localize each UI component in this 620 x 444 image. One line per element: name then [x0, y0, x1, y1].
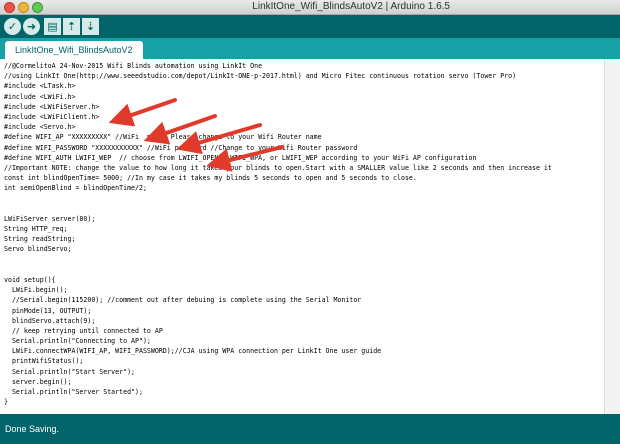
- arrow-down-icon: ⇣: [85, 20, 96, 33]
- new-file-icon: ▤: [47, 20, 58, 33]
- code-line[interactable]: #define WIFI_AUTH LWIFI_WEP // choose fr…: [4, 153, 604, 163]
- code-line[interactable]: #include <LWiFi.h>: [4, 92, 604, 102]
- code-line[interactable]: #include <Servo.h>: [4, 122, 604, 132]
- arrow-up-icon: ⇡: [66, 20, 77, 33]
- code-line[interactable]: Serial.println("Connecting to AP");: [4, 336, 604, 346]
- code-line[interactable]: //using LinkIt One(http://www.seeedstudi…: [4, 71, 604, 81]
- open-button[interactable]: ⇡: [63, 18, 80, 35]
- code-line[interactable]: LWiFi.begin();: [4, 285, 604, 295]
- new-button[interactable]: ▤: [44, 18, 61, 35]
- code-line[interactable]: Servo blindServo;: [4, 244, 604, 254]
- code-line[interactable]: server.begin();: [4, 377, 604, 387]
- code-line[interactable]: blindServo.attach(9);: [4, 316, 604, 326]
- code-line[interactable]: pinMode(13, OUTPUT);: [4, 306, 604, 316]
- code-editor[interactable]: //@CormelitoA 24-Nov-2015 Wifi Blinds au…: [0, 59, 604, 414]
- code-line[interactable]: printWifiStatus();: [4, 356, 604, 366]
- code-line[interactable]: LWiFiServer server(80);: [4, 214, 604, 224]
- tab-bar: LinkItOne_Wifi_BlindsAutoV2: [0, 38, 620, 59]
- vertical-scrollbar[interactable]: [604, 59, 620, 414]
- status-message: Done Saving.: [5, 424, 60, 434]
- upload-button[interactable]: ➜: [23, 18, 40, 35]
- code-line[interactable]: [4, 204, 604, 214]
- code-line[interactable]: //@CormelitoA 24-Nov-2015 Wifi Blinds au…: [4, 61, 604, 71]
- code-line[interactable]: LWiFi.connectWPA(WIFI_AP, WIFI_PASSWORD)…: [4, 346, 604, 356]
- code-line[interactable]: #include <LWiFiClient.h>: [4, 112, 604, 122]
- code-line[interactable]: #define WIFI_PASSWORD "XXXXXXXXXXX" //Wi…: [4, 143, 604, 153]
- code-line[interactable]: //Serial.begin(115200); //comment out af…: [4, 295, 604, 305]
- code-line[interactable]: Serial.println("Server Started");: [4, 387, 604, 397]
- code-line[interactable]: [4, 193, 604, 203]
- window-title: LinkItOne_Wifi_BlindsAutoV2 | Arduino 1.…: [252, 1, 450, 12]
- save-button[interactable]: ⇣: [82, 18, 99, 35]
- arrow-right-icon: ➜: [26, 20, 37, 33]
- code-line[interactable]: // keep retrying until connected to AP: [4, 326, 604, 336]
- code-line[interactable]: [4, 265, 604, 275]
- code-line[interactable]: String HTTP_req;: [4, 224, 604, 234]
- code-line[interactable]: #define WIFI_AP "XXXXXXXXX" //WiFi name.…: [4, 132, 604, 142]
- tab-sketch[interactable]: LinkItOne_Wifi_BlindsAutoV2: [5, 41, 143, 59]
- code-line[interactable]: #include <LTask.h>: [4, 81, 604, 91]
- code-line[interactable]: Serial.println("Start Server");: [4, 367, 604, 377]
- toolbar: ✓ ➜ ▤ ⇡ ⇣: [0, 15, 620, 38]
- code-line[interactable]: }: [4, 397, 604, 407]
- verify-button[interactable]: ✓: [4, 18, 21, 35]
- code-line[interactable]: [4, 255, 604, 265]
- code-line[interactable]: int semiOpenBlind = blindOpenTime/2;: [4, 183, 604, 193]
- code-line[interactable]: const int blindOpenTime= 5000; //In my c…: [4, 173, 604, 183]
- code-line[interactable]: void setup(){: [4, 275, 604, 285]
- checkmark-icon: ✓: [7, 20, 18, 33]
- code-area[interactable]: //@CormelitoA 24-Nov-2015 Wifi Blinds au…: [0, 59, 604, 414]
- code-line[interactable]: #include <LWiFiServer.h>: [4, 102, 604, 112]
- title-bar: LinkItOne_Wifi_BlindsAutoV2 | Arduino 1.…: [0, 0, 620, 15]
- code-line[interactable]: [4, 407, 604, 414]
- code-line[interactable]: //Important NOTE: change the value to ho…: [4, 163, 604, 173]
- status-bar: Done Saving.: [0, 414, 620, 444]
- code-line[interactable]: String readString;: [4, 234, 604, 244]
